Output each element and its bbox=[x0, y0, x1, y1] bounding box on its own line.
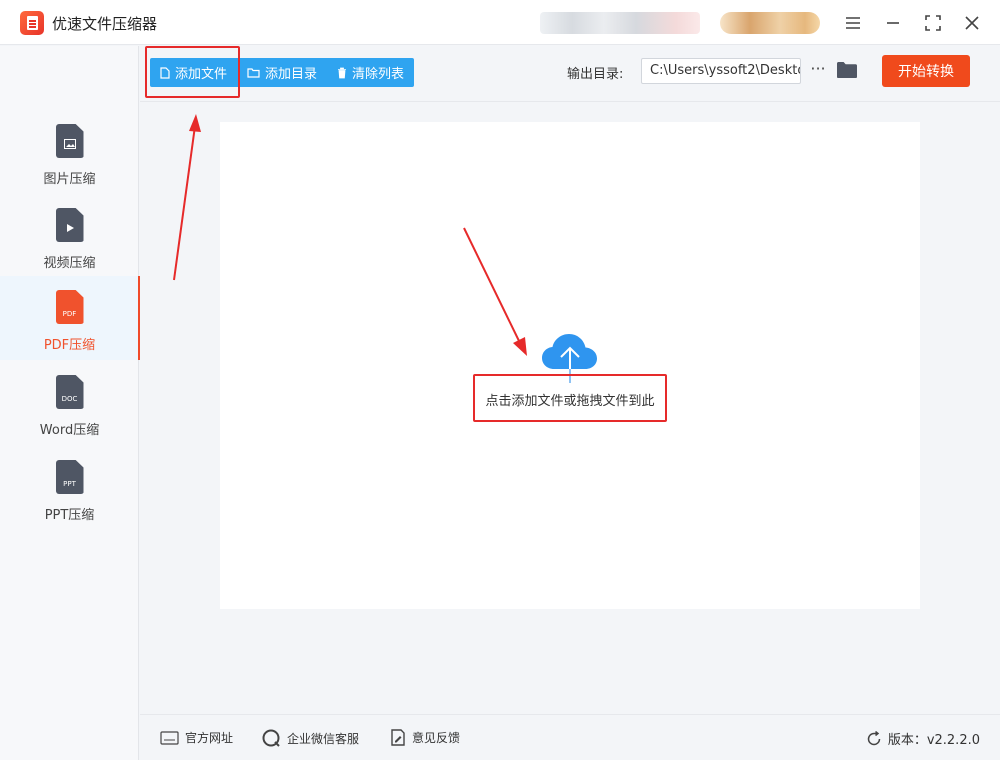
wechat-service-link[interactable]: 企业微信客服 bbox=[262, 729, 359, 748]
website-icon bbox=[160, 730, 179, 745]
sidebar-item-word[interactable]: DOC Word压缩 bbox=[0, 361, 139, 445]
wechat-label: 企业微信客服 bbox=[287, 732, 360, 746]
footer: 官方网址 企业微信客服 意见反馈 版本：v2.2.2.0 bbox=[140, 714, 1000, 760]
wechat-icon bbox=[262, 729, 280, 747]
version-label: 版本：v2.2.2.0 bbox=[887, 733, 980, 748]
annotation-box-add-file bbox=[145, 46, 240, 98]
sidebar-item-label: PDF压缩 bbox=[43, 338, 96, 353]
folder-outline-icon bbox=[247, 68, 260, 78]
sidebar-item-video[interactable]: 视频压缩 bbox=[0, 194, 139, 278]
trash-icon bbox=[338, 67, 347, 78]
title-bar: 优速文件压缩器 bbox=[0, 0, 1000, 45]
website-label: 官方网址 bbox=[185, 731, 234, 745]
close-icon[interactable] bbox=[961, 12, 983, 34]
pdf-file-icon: PDF bbox=[55, 290, 84, 324]
menu-icon[interactable] bbox=[842, 12, 864, 34]
feedback-link[interactable]: 意见反馈 bbox=[390, 729, 460, 746]
sidebar-item-ppt[interactable]: PPT PPT压缩 bbox=[0, 446, 139, 530]
blurred-account-info bbox=[540, 12, 700, 34]
feedback-icon bbox=[391, 729, 405, 746]
arrow-to-add-file bbox=[173, 114, 201, 281]
toolbar: 添加文件 添加目录 清除列表 输出目录: C:\Users\yssoft2\De… bbox=[140, 46, 1000, 102]
sidebar-item-label: 视频压缩 bbox=[43, 256, 96, 271]
sidebar-item-pdf[interactable]: PDF PDF压缩 bbox=[0, 276, 140, 360]
sidebar-item-label: PPT压缩 bbox=[44, 508, 95, 523]
app-title: 优速文件压缩器 bbox=[52, 15, 158, 33]
annotation-box-drop-hint bbox=[473, 374, 667, 422]
ppt-file-icon: PPT bbox=[55, 460, 84, 494]
refresh-icon bbox=[867, 730, 881, 745]
add-folder-label: 添加目录 bbox=[265, 67, 318, 82]
folder-icon[interactable] bbox=[836, 61, 858, 81]
output-dir-label: 输出目录: bbox=[567, 67, 624, 82]
doc-file-icon: DOC bbox=[55, 375, 84, 409]
sidebar-item-image[interactable]: 图片压缩 bbox=[0, 110, 139, 194]
app-logo-icon bbox=[20, 11, 44, 35]
sidebar-item-label: Word压缩 bbox=[39, 423, 100, 438]
blurred-vip-badge bbox=[720, 12, 820, 34]
start-convert-button[interactable]: 开始转换 bbox=[882, 55, 970, 87]
maximize-icon[interactable] bbox=[922, 12, 944, 34]
clear-list-label: 清除列表 bbox=[352, 67, 405, 82]
sidebar: 图片压缩 视频压缩 PDF PDF压缩 DOC Word压缩 PPT PPT压缩 bbox=[0, 46, 140, 760]
minimize-icon[interactable] bbox=[882, 12, 904, 34]
clear-list-button[interactable]: 清除列表 bbox=[327, 58, 414, 87]
output-dir-field[interactable]: C:\Users\yssoft2\Desktop bbox=[641, 58, 801, 84]
version-info[interactable]: 版本：v2.2.2.0 bbox=[866, 729, 980, 748]
file-drop-zone[interactable]: 点击添加文件或拖拽文件到此 bbox=[220, 122, 920, 609]
browse-more-button[interactable]: ··· bbox=[808, 58, 828, 84]
feedback-label: 意见反馈 bbox=[412, 731, 461, 745]
website-link[interactable]: 官方网址 bbox=[160, 729, 233, 746]
sidebar-item-label: 图片压缩 bbox=[43, 172, 96, 187]
video-file-icon bbox=[55, 208, 84, 242]
add-folder-button[interactable]: 添加目录 bbox=[237, 58, 327, 87]
image-file-icon bbox=[55, 124, 84, 158]
